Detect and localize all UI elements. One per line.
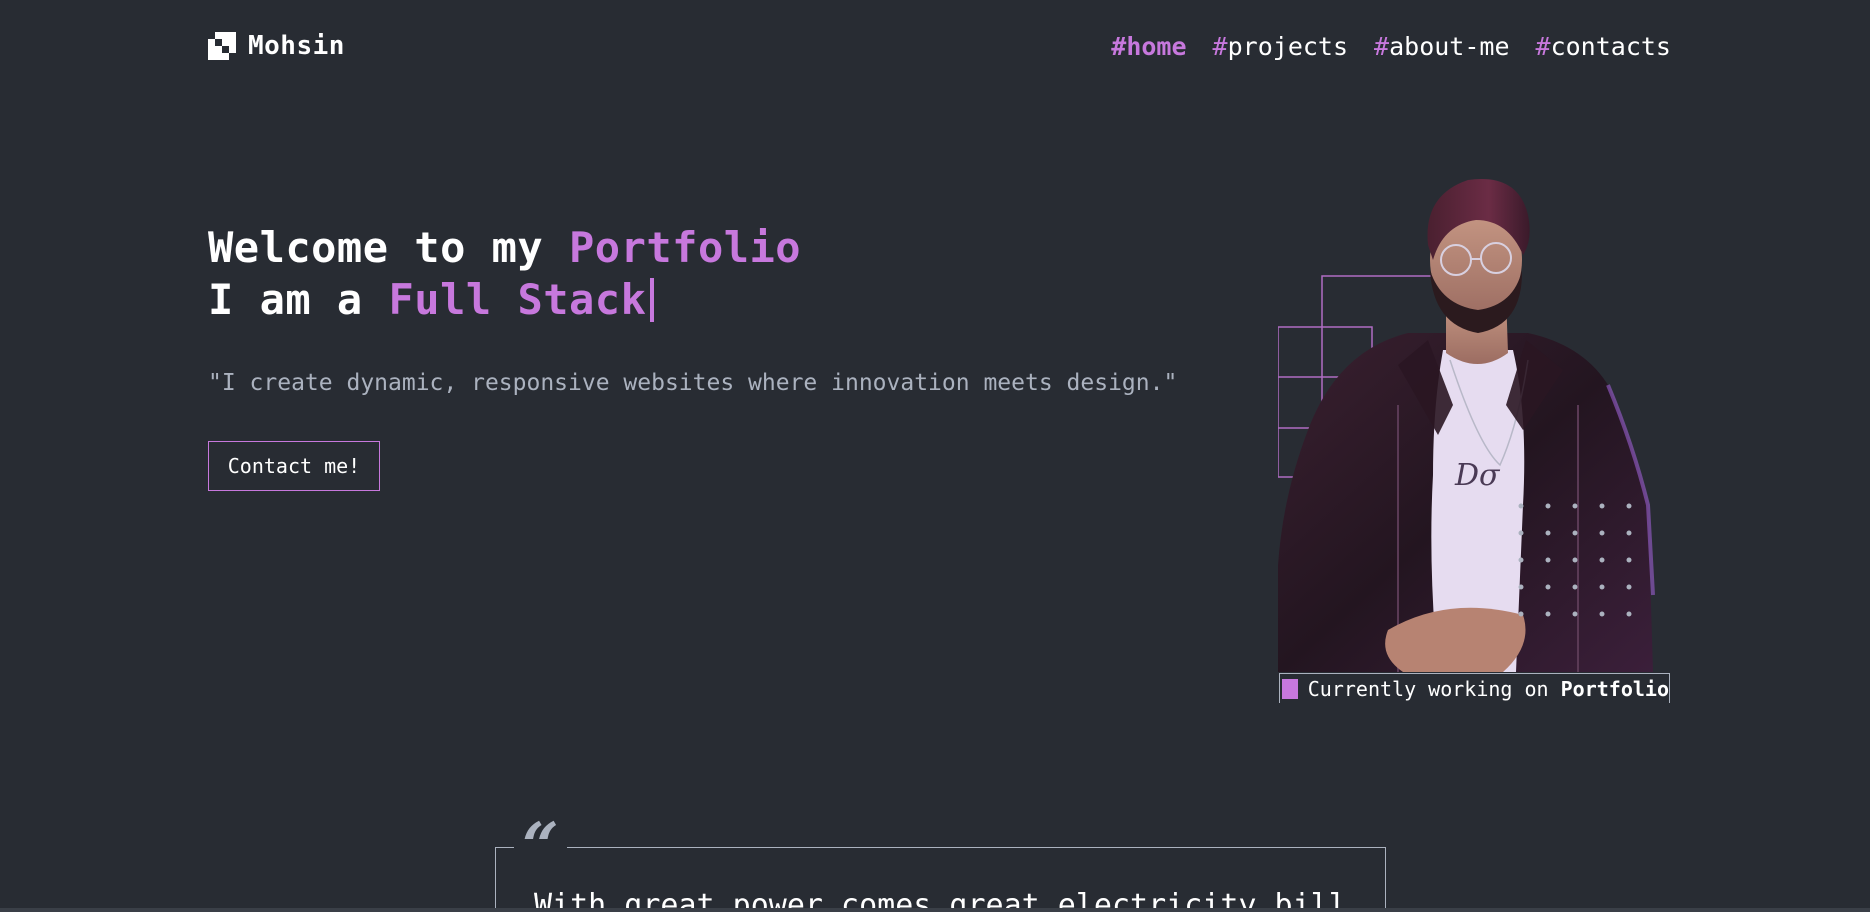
portfolio-page: Mohsin #home #projects #about-me #contac…: [0, 0, 1870, 912]
nav-hash: #: [1374, 31, 1390, 61]
hero-line2-accent: Full Stack: [388, 275, 647, 324]
brand-name: Mohsin: [248, 31, 345, 61]
hero-title: Welcome to my Portfolio I am a Full Stac…: [208, 222, 801, 326]
nav-label: home: [1126, 31, 1187, 61]
nav-hash: #: [1535, 31, 1551, 61]
nav-links: #home #projects #about-me #contacts: [1111, 32, 1671, 61]
nav-link-home[interactable]: #home: [1111, 32, 1186, 61]
nav-link-contacts[interactable]: #contacts: [1536, 32, 1671, 61]
nav-link-about-me[interactable]: #about-me: [1374, 32, 1509, 61]
nav-hash: #: [1111, 31, 1127, 61]
decorative-dots: [1518, 503, 1632, 617]
hero-line2-prefix: I am a: [208, 275, 389, 324]
nav-link-projects[interactable]: #projects: [1213, 32, 1348, 61]
current-work-status: Currently working on Portfolio: [1279, 673, 1670, 703]
hero-line1-accent: Portfolio: [569, 223, 802, 272]
contact-me-button[interactable]: Contact me!: [208, 441, 380, 491]
hero-line1-prefix: Welcome to my: [208, 223, 570, 272]
svg-text:Dσ: Dσ: [1454, 458, 1501, 493]
brand[interactable]: Mohsin: [208, 31, 345, 61]
typing-caret: [650, 278, 655, 322]
quote-mark-icon: “: [514, 815, 567, 879]
hero-tagline: "I create dynamic, responsive websites w…: [208, 370, 1178, 396]
brand-logo-icon: [208, 32, 236, 60]
status-prefix: Currently working on: [1307, 676, 1561, 701]
nav-label: contacts: [1550, 31, 1671, 61]
status-square-icon: [1282, 678, 1298, 699]
nav-label: projects: [1227, 31, 1349, 61]
status-text: Currently working on Portfolio: [1308, 677, 1669, 701]
bottom-edge: [0, 908, 1870, 912]
nav-label: about-me: [1389, 31, 1510, 61]
top-nav: Mohsin #home #projects #about-me #contac…: [208, 28, 1671, 64]
status-project: Portfolio: [1560, 676, 1669, 701]
nav-hash: #: [1212, 31, 1228, 61]
